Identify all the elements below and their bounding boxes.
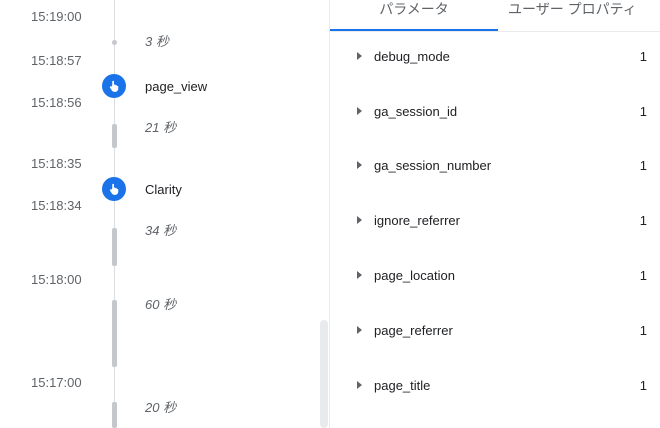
duration-label: 3 秒 [145, 34, 169, 49]
timestamp: 15:18:35 [31, 156, 82, 171]
param-value: 1 [639, 104, 647, 119]
param-value: 1 [639, 213, 647, 228]
event-timeline: 15:19:00 15:18:57 15:18:56 15:18:35 15:1… [0, 0, 330, 428]
event-clarity-icon[interactable] [102, 177, 126, 201]
timeline-gap-bar [112, 228, 117, 266]
event-name[interactable]: page_view [145, 79, 207, 95]
timestamp: 15:17:00 [31, 375, 82, 390]
expand-caret-icon [357, 381, 362, 389]
param-value: 1 [639, 323, 647, 338]
duration-label: 21 秒 [145, 120, 177, 135]
param-value: 1 [639, 268, 647, 283]
param-value: 1 [639, 49, 647, 64]
param-name: ga_session_number [374, 158, 492, 173]
timestamp: 15:19:00 [31, 9, 82, 24]
param-name: page_referrer [374, 323, 453, 338]
hand-pointer-icon [109, 183, 119, 195]
expand-caret-icon [357, 52, 362, 60]
hand-pointer-icon [109, 80, 119, 92]
param-value: 1 [639, 378, 647, 393]
expand-caret-icon [357, 326, 362, 334]
param-name: page_location [374, 268, 455, 283]
param-row-ga-session-id[interactable]: ga_session_id 1 [330, 103, 660, 123]
event-details-panel: パラメータ ユーザー プロパティ debug_mode 1 ga_session… [330, 0, 660, 428]
param-name: debug_mode [374, 49, 450, 64]
param-row-page-title[interactable]: page_title 1 [330, 377, 660, 397]
param-row-ignore-referrer[interactable]: ignore_referrer 1 [330, 212, 660, 232]
timestamp: 15:18:00 [31, 272, 82, 287]
param-value: 1 [639, 158, 647, 173]
event-name[interactable]: Clarity [145, 182, 182, 198]
duration-label: 60 秒 [145, 297, 177, 312]
details-tabs: パラメータ ユーザー プロパティ [330, 0, 660, 32]
duration-label: 34 秒 [145, 223, 177, 238]
expand-caret-icon [357, 216, 362, 224]
expand-caret-icon [357, 107, 362, 115]
timestamp: 15:18:34 [31, 198, 82, 213]
event-page-view-icon[interactable] [102, 74, 126, 98]
timestamp: 15:18:56 [31, 95, 82, 110]
timeline-gap-bar [112, 124, 117, 148]
duration-label: 20 秒 [145, 400, 177, 415]
timeline-gap-bar [112, 300, 117, 367]
param-name: ignore_referrer [374, 213, 460, 228]
param-row-debug-mode[interactable]: debug_mode 1 [330, 48, 660, 68]
expand-caret-icon [357, 271, 362, 279]
param-name: page_title [374, 378, 431, 393]
tab-parameters[interactable]: パラメータ [330, 0, 498, 31]
param-row-page-location[interactable]: page_location 1 [330, 267, 660, 287]
param-row-page-referrer[interactable]: page_referrer 1 [330, 322, 660, 342]
param-row-ga-session-number[interactable]: ga_session_number 1 [330, 157, 660, 177]
scrollbar[interactable] [320, 320, 328, 428]
timestamp: 15:18:57 [31, 53, 82, 68]
expand-caret-icon [357, 161, 362, 169]
timeline-dot [112, 40, 117, 45]
param-name: ga_session_id [374, 104, 458, 119]
tab-user-properties[interactable]: ユーザー プロパティ [508, 0, 660, 29]
timeline-gap-bar [112, 402, 117, 428]
